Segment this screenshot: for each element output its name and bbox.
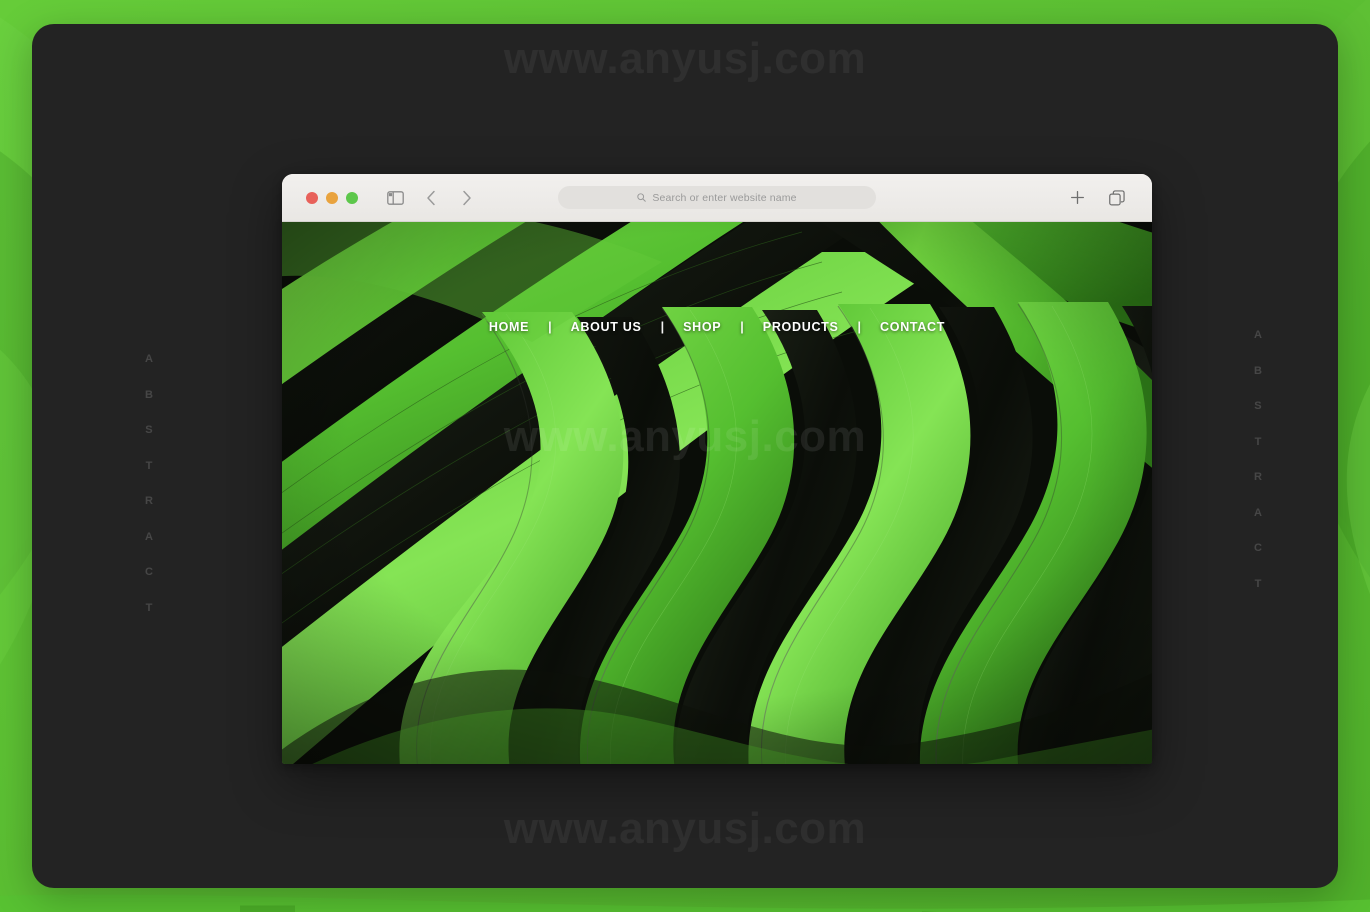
- nav-item-contact[interactable]: CONTACT: [880, 320, 945, 334]
- side-label-right-char: T: [1254, 577, 1263, 590]
- abstract-ribbon-wallpaper: [282, 222, 1152, 764]
- side-label-left-char: C: [145, 566, 154, 578]
- navigation-controls: [384, 187, 478, 209]
- nav-separator: |: [660, 320, 665, 334]
- chevron-right-icon[interactable]: [456, 187, 478, 209]
- page-viewport: HOME | ABOUT US | SHOP | PRODUCTS | CONT…: [282, 222, 1152, 764]
- toolbar-right-actions: [1066, 187, 1128, 209]
- side-label-right-char: S: [1254, 400, 1263, 412]
- nav-separator: |: [548, 320, 552, 334]
- nav-item-shop[interactable]: SHOP: [683, 320, 721, 334]
- side-label-right-char: B: [1254, 364, 1263, 377]
- nav-separator: |: [740, 320, 744, 334]
- side-label-left-char: T: [145, 459, 154, 472]
- dark-presentation-panel: www.anyusj.com A B S T R A C T A B S T R…: [32, 24, 1338, 888]
- nav-item-about-us[interactable]: ABOUT US: [571, 320, 642, 334]
- plus-icon[interactable]: [1066, 187, 1088, 209]
- side-label-left-char: S: [145, 424, 154, 436]
- side-label-right: A B S T R A C T: [1254, 318, 1263, 602]
- side-label-left-char: T: [145, 601, 154, 614]
- side-label-left-char: R: [145, 495, 154, 507]
- nav-item-home[interactable]: HOME: [489, 320, 529, 334]
- site-navigation: HOME | ABOUT US | SHOP | PRODUCTS | CONT…: [282, 320, 1152, 334]
- minimize-button[interactable]: [326, 191, 338, 204]
- address-bar[interactable]: Search or enter website name: [558, 186, 876, 209]
- side-label-left-char: B: [145, 388, 154, 401]
- browser-toolbar: Search or enter website name: [282, 174, 1152, 222]
- chevron-left-icon[interactable]: [420, 187, 442, 209]
- side-label-left-char: A: [145, 353, 154, 365]
- mockup-stage: www.anyusj.com A B S T R A C T A B S T R…: [0, 0, 1370, 912]
- browser-window: Search or enter website name HOME | ABOU…: [282, 174, 1152, 764]
- nav-item-products[interactable]: PRODUCTS: [763, 320, 839, 334]
- side-label-right-char: T: [1254, 435, 1263, 448]
- tab-overview-icon[interactable]: [1106, 187, 1128, 209]
- address-input-placeholder: Search or enter website name: [652, 191, 797, 204]
- nav-separator: |: [857, 320, 862, 334]
- search-icon: [637, 193, 647, 202]
- side-label-right-char: R: [1254, 471, 1263, 483]
- side-label-right-char: A: [1254, 506, 1263, 519]
- close-button[interactable]: [306, 191, 318, 204]
- side-label-left-char: A: [145, 530, 154, 543]
- watermark-top: www.anyusj.com: [503, 34, 867, 83]
- watermark-bottom: www.anyusj.com: [503, 804, 867, 853]
- sidebar-toggle-icon[interactable]: [384, 187, 406, 209]
- side-label-left: A B S T R A C T: [145, 342, 154, 626]
- window-controls: [306, 191, 358, 204]
- maximize-button[interactable]: [346, 191, 358, 204]
- side-label-right-char: A: [1254, 329, 1263, 341]
- side-label-right-char: C: [1254, 542, 1263, 554]
